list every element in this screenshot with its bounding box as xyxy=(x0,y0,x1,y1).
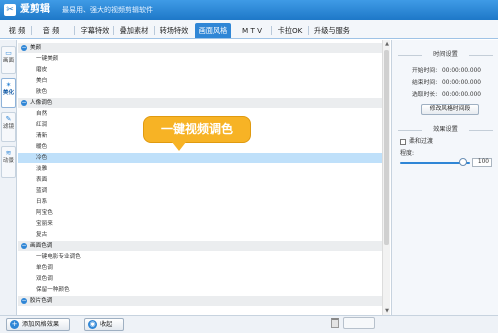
item-label: 暖色 xyxy=(36,144,48,150)
item-label: 保留一种颜色 xyxy=(36,287,70,293)
scroll-thumb[interactable] xyxy=(384,50,389,245)
motion-icon: ≋ xyxy=(5,149,12,157)
app-name: 爱剪辑 xyxy=(20,4,50,15)
list-item[interactable]: 美白 xyxy=(18,76,382,86)
item-label: 肤色 xyxy=(36,89,48,95)
callout-tail xyxy=(172,142,186,151)
side-tab-filter[interactable]: ✎ 滤镜 xyxy=(1,112,16,142)
app-slogan: 最易用、强大的视频剪辑软件 xyxy=(62,6,153,14)
category-row[interactable]: − 人像调色 xyxy=(18,98,382,108)
tab-transition-effects[interactable]: 转场特效 xyxy=(156,23,192,38)
tab-subtitle-effects[interactable]: 字幕特效 xyxy=(78,23,112,38)
category-label: 人像调色 xyxy=(30,100,53,106)
start-time-value[interactable]: 00:00:00.000 xyxy=(442,67,481,75)
scissors-logo-icon: ✂ xyxy=(4,4,16,16)
add-style-effect-button[interactable]: + 添加风格效果 xyxy=(6,318,70,331)
collapse-button[interactable]: ◉ 收起 xyxy=(84,318,124,331)
tab-mtv[interactable]: M T V xyxy=(236,23,268,38)
list-item[interactable]: 一键电影专业调色 xyxy=(18,252,382,262)
tab-overlay-material[interactable]: 叠加素材 xyxy=(116,23,152,38)
list-scrollbar[interactable]: ▲ ▼ xyxy=(382,40,390,315)
filter-icon: ✎ xyxy=(5,115,12,123)
collapse-minus-icon[interactable]: − xyxy=(21,243,27,249)
list-item[interactable]: 一键美颜 xyxy=(18,54,382,64)
settings-panel: 时间设置 开始时间: 00:00:00.000 结束时间: 00:00:00.0… xyxy=(391,40,498,315)
title-bar: ✂ 爱剪辑 最易用、强大的视频剪辑软件 xyxy=(0,0,498,20)
side-tab-motion[interactable]: ≋ 动景 xyxy=(1,146,16,178)
side-tabs: ▭ 画面 ✶ 美化 ✎ 滤镜 ≋ 动景 xyxy=(0,40,17,315)
magic-wand-icon: ✶ xyxy=(5,81,12,89)
degree-label: 程度: xyxy=(400,150,415,157)
soft-transition-checkbox[interactable] xyxy=(400,139,406,145)
item-label: 阿宝色 xyxy=(36,210,53,216)
item-label: 冷色 xyxy=(36,155,48,161)
eye-icon: ◉ xyxy=(88,320,97,329)
side-tab-picture[interactable]: ▭ 画面 xyxy=(1,46,16,74)
list-item[interactable]: 阿宝色 xyxy=(18,208,382,218)
category-row[interactable]: − 美颜 xyxy=(18,43,382,53)
list-item[interactable]: 日系 xyxy=(18,197,382,207)
tab-picture-style[interactable]: 画面风格 xyxy=(195,23,231,38)
callout-bubble: 一键视频调色 xyxy=(143,116,251,143)
list-item[interactable]: 复古 xyxy=(18,230,382,240)
duration-value[interactable]: 00:00:00.000 xyxy=(442,91,481,99)
tab-upgrade-services[interactable]: 升级与服务 xyxy=(311,23,353,38)
scroll-up-arrow-icon[interactable]: ▲ xyxy=(383,40,390,48)
menu-bar: 视 频 音 频 字幕特效 叠加素材 转场特效 画面风格 M T V 卡拉OK 升… xyxy=(0,20,498,39)
list-item[interactable]: 宝丽来 xyxy=(18,219,382,229)
item-label: 单色调 xyxy=(36,265,53,271)
item-label: 美白 xyxy=(36,78,48,84)
end-time-value[interactable]: 00:00:00.000 xyxy=(442,79,481,87)
list-item[interactable]: 磨皮 xyxy=(18,65,382,75)
list-item[interactable]: 冷色 xyxy=(18,153,382,163)
tab-video[interactable]: 视 频 xyxy=(6,23,28,38)
bottom-right-button[interactable] xyxy=(343,317,375,329)
soft-transition-label: 柔和过渡 xyxy=(409,138,434,145)
item-label: 宝丽来 xyxy=(36,221,53,227)
item-label: 一键美颜 xyxy=(36,56,59,62)
picture-icon: ▭ xyxy=(5,49,12,57)
category-label: 胶片色调 xyxy=(30,298,53,304)
list-item[interactable]: 表面 xyxy=(18,175,382,185)
start-time-label: 开始时间: xyxy=(412,68,438,74)
degree-slider-handle[interactable] xyxy=(459,158,467,166)
item-label: 磨皮 xyxy=(36,67,48,73)
list-item[interactable]: 保留一种颜色 xyxy=(18,285,382,295)
degree-value-field[interactable]: 100 xyxy=(472,158,492,167)
list-item[interactable]: 单色调 xyxy=(18,263,382,273)
list-item[interactable]: 肤色 xyxy=(18,87,382,97)
tab-karaoke[interactable]: 卡拉OK xyxy=(274,23,306,38)
list-item[interactable]: 蓝调 xyxy=(18,186,382,196)
item-label: 一键电影专业调色 xyxy=(36,254,81,260)
tab-audio[interactable]: 音 频 xyxy=(40,23,62,38)
item-label: 蓝调 xyxy=(36,188,48,194)
end-time-label: 结束时间: xyxy=(412,80,438,86)
item-label: 双色调 xyxy=(36,276,53,282)
collapse-minus-icon[interactable]: − xyxy=(21,100,27,106)
list-item[interactable]: 双色调 xyxy=(18,274,382,284)
bottom-toolbar: + 添加风格效果 ◉ 收起 xyxy=(0,315,498,333)
collapse-minus-icon[interactable]: − xyxy=(21,298,27,304)
category-row[interactable]: − 画面色调 xyxy=(18,241,382,251)
item-label: 红润 xyxy=(36,122,48,128)
item-label: 复古 xyxy=(36,232,48,238)
style-list: − 美颜 一键美颜 磨皮 美白 肤色 − 人像调色 自然 红润 清新 暖色 冷色 淡雅 表面 蓝调 日系 阿宝色宝… xyxy=(18,40,390,315)
category-label: 画面色调 xyxy=(30,243,53,249)
trash-icon[interactable] xyxy=(331,318,339,328)
duration-label: 选取时长: xyxy=(412,92,438,98)
item-label: 清新 xyxy=(36,133,48,139)
side-tab-beautify[interactable]: ✶ 美化 xyxy=(1,78,16,108)
item-label: 自然 xyxy=(36,111,48,117)
item-label: 日系 xyxy=(36,199,48,205)
item-label: 淡雅 xyxy=(36,166,48,172)
list-item[interactable]: 淡雅 xyxy=(18,164,382,174)
modify-style-time-button[interactable]: 修改风格时间段 xyxy=(421,104,479,115)
category-label: 美颜 xyxy=(30,45,42,51)
item-label: 表面 xyxy=(36,177,48,183)
plus-icon: + xyxy=(10,320,19,329)
list-item[interactable]: 暖色 xyxy=(18,142,382,152)
category-row[interactable]: − 胶片色调 xyxy=(18,296,382,306)
collapse-minus-icon[interactable]: − xyxy=(21,45,27,51)
scroll-down-arrow-icon[interactable]: ▼ xyxy=(383,307,390,315)
